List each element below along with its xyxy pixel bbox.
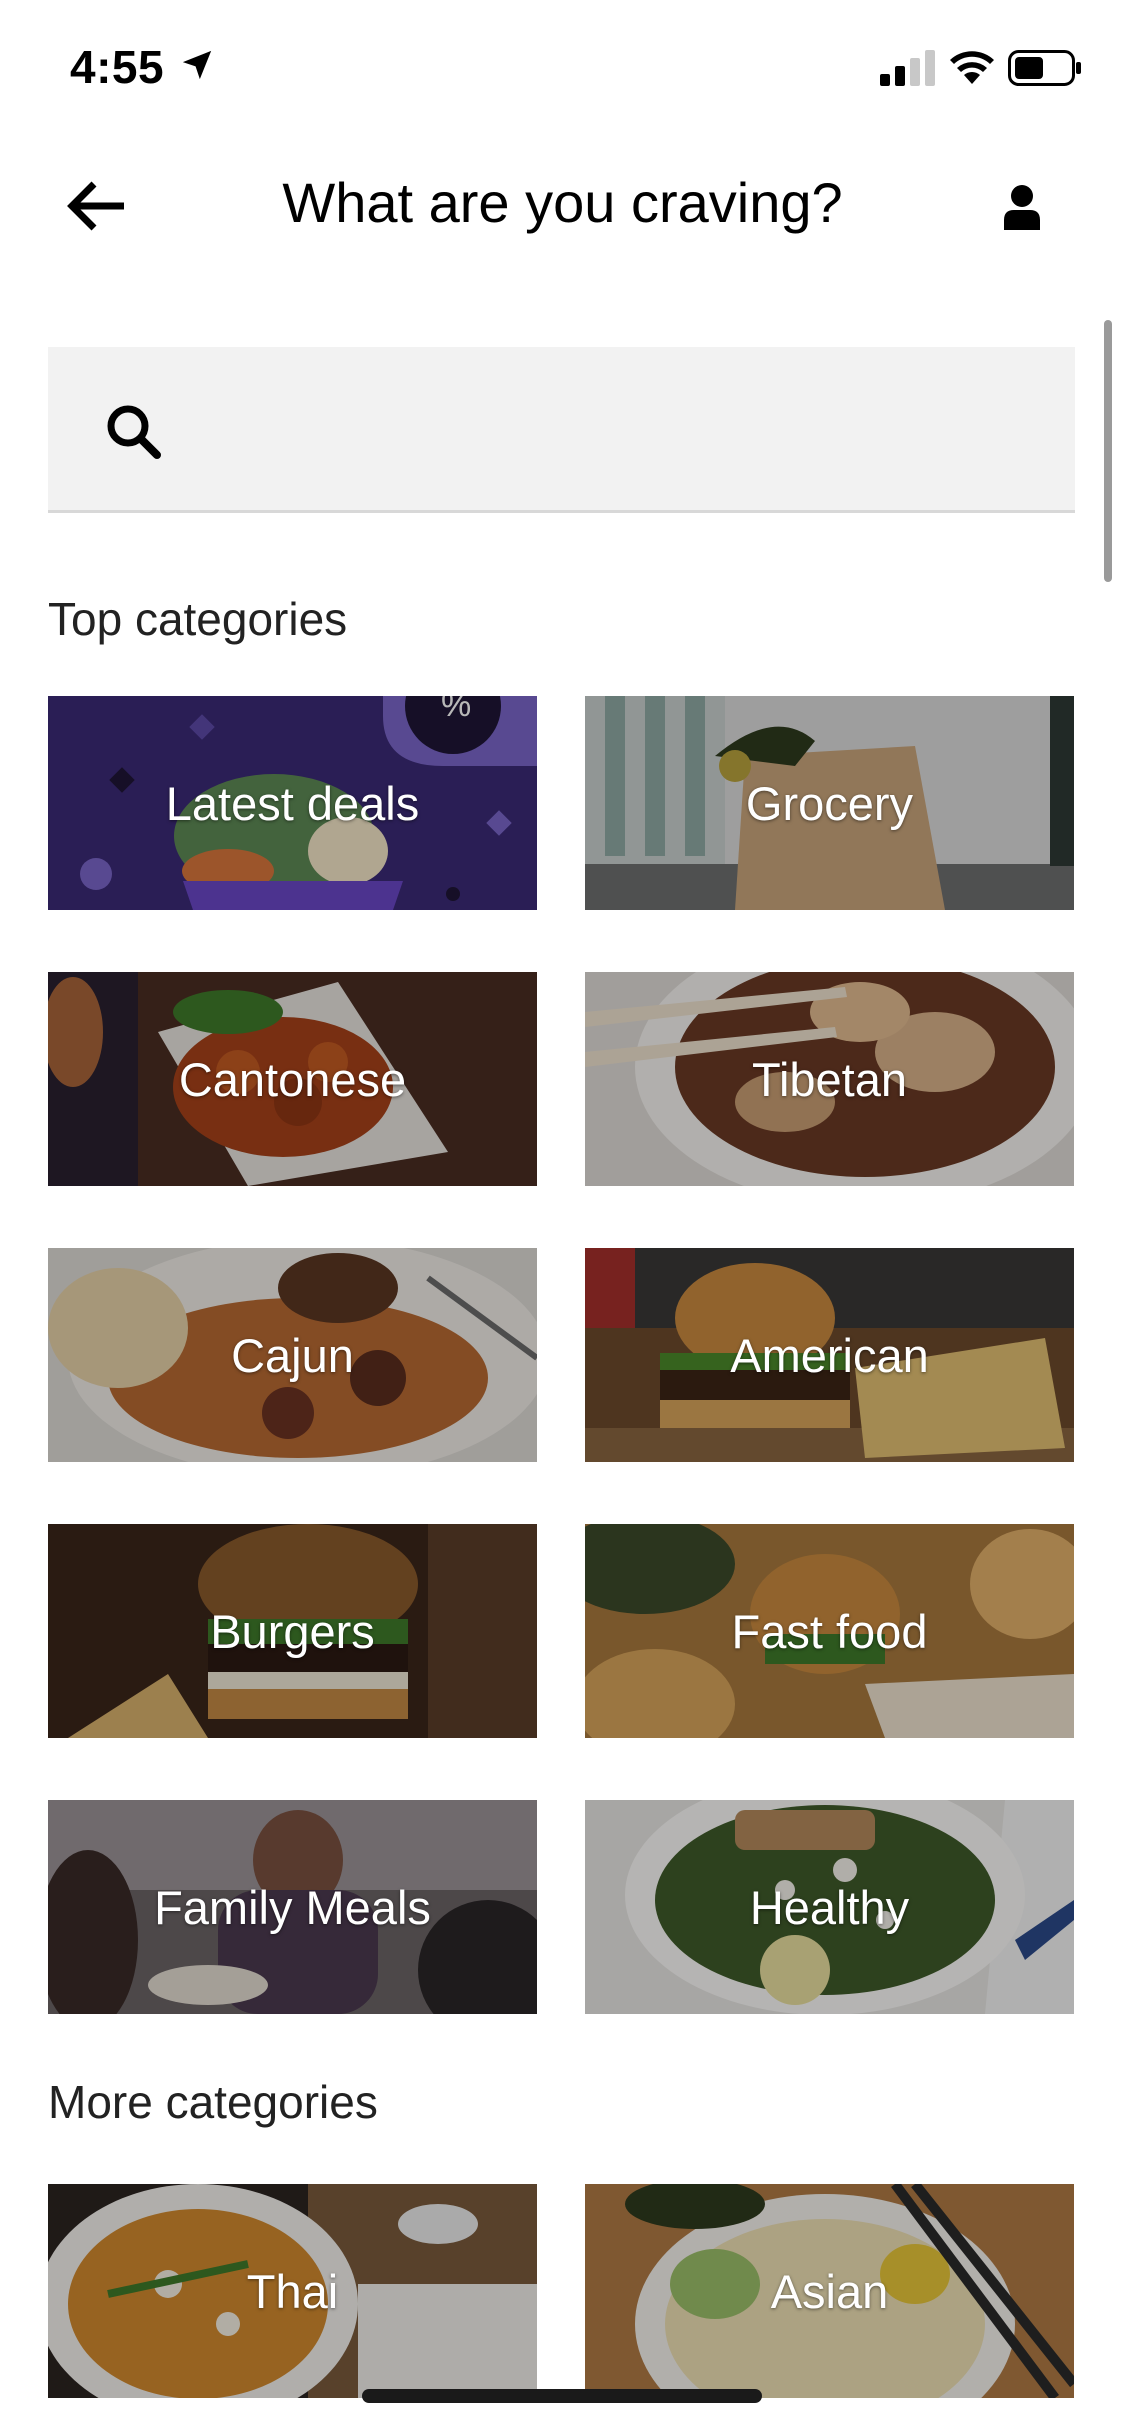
- status-time: 4:55: [70, 41, 165, 93]
- category-label: Asian: [770, 2264, 889, 2318]
- category-tile-grocery[interactable]: Grocery: [585, 696, 1074, 910]
- section-title-top-categories: Top categories: [48, 593, 348, 645]
- section-title-more-categories: More categories: [48, 2076, 378, 2128]
- category-tile-fast-food[interactable]: Fast food: [585, 1524, 1074, 1738]
- status-bar: 4:55: [0, 0, 1125, 140]
- battery-icon: [1008, 50, 1081, 86]
- scrollbar[interactable]: [1104, 320, 1112, 582]
- home-indicator[interactable]: [362, 2389, 762, 2403]
- search-icon: [107, 405, 161, 459]
- category-label: Tibetan: [751, 1052, 908, 1106]
- category-tile-cajun[interactable]: Cajun: [48, 1248, 537, 1462]
- category-label: Thai: [246, 2264, 339, 2318]
- category-label: American: [730, 1328, 929, 1382]
- category-label: Cantonese: [178, 1052, 407, 1106]
- category-tile-healthy[interactable]: Healthy: [585, 1800, 1074, 2014]
- category-tile-latest-deals[interactable]: % Latest deals: [48, 696, 537, 910]
- category-label: Family Meals: [154, 1880, 431, 1934]
- wifi-icon: [950, 51, 994, 84]
- category-tile-cantonese[interactable]: Cantonese: [48, 972, 537, 1186]
- page-title: What are you craving?: [282, 171, 843, 234]
- category-label: Burgers: [210, 1604, 375, 1658]
- category-tile-family-meals[interactable]: Family Meals: [48, 1800, 537, 2014]
- category-tile-tibetan[interactable]: Tibetan: [585, 972, 1074, 1186]
- category-label: Fast food: [731, 1604, 928, 1658]
- person-icon: [1004, 185, 1040, 230]
- top-bar: What are you craving?: [0, 150, 1125, 270]
- category-label: Grocery: [745, 776, 914, 830]
- category-label: Healthy: [749, 1880, 910, 1934]
- profile-button[interactable]: [992, 172, 1052, 242]
- search-input[interactable]: [198, 347, 1052, 512]
- search-bar[interactable]: [48, 347, 1075, 513]
- location-arrow-icon: [182, 50, 212, 80]
- category-tile-burgers[interactable]: Burgers: [48, 1524, 537, 1738]
- category-tile-american[interactable]: American: [585, 1248, 1074, 1462]
- category-tile-thai[interactable]: Thai: [48, 2184, 537, 2398]
- category-tile-asian[interactable]: Asian: [585, 2184, 1074, 2398]
- category-label: Cajun: [231, 1328, 354, 1382]
- cellular-signal-icon: [880, 50, 935, 86]
- category-label: Latest deals: [165, 776, 420, 830]
